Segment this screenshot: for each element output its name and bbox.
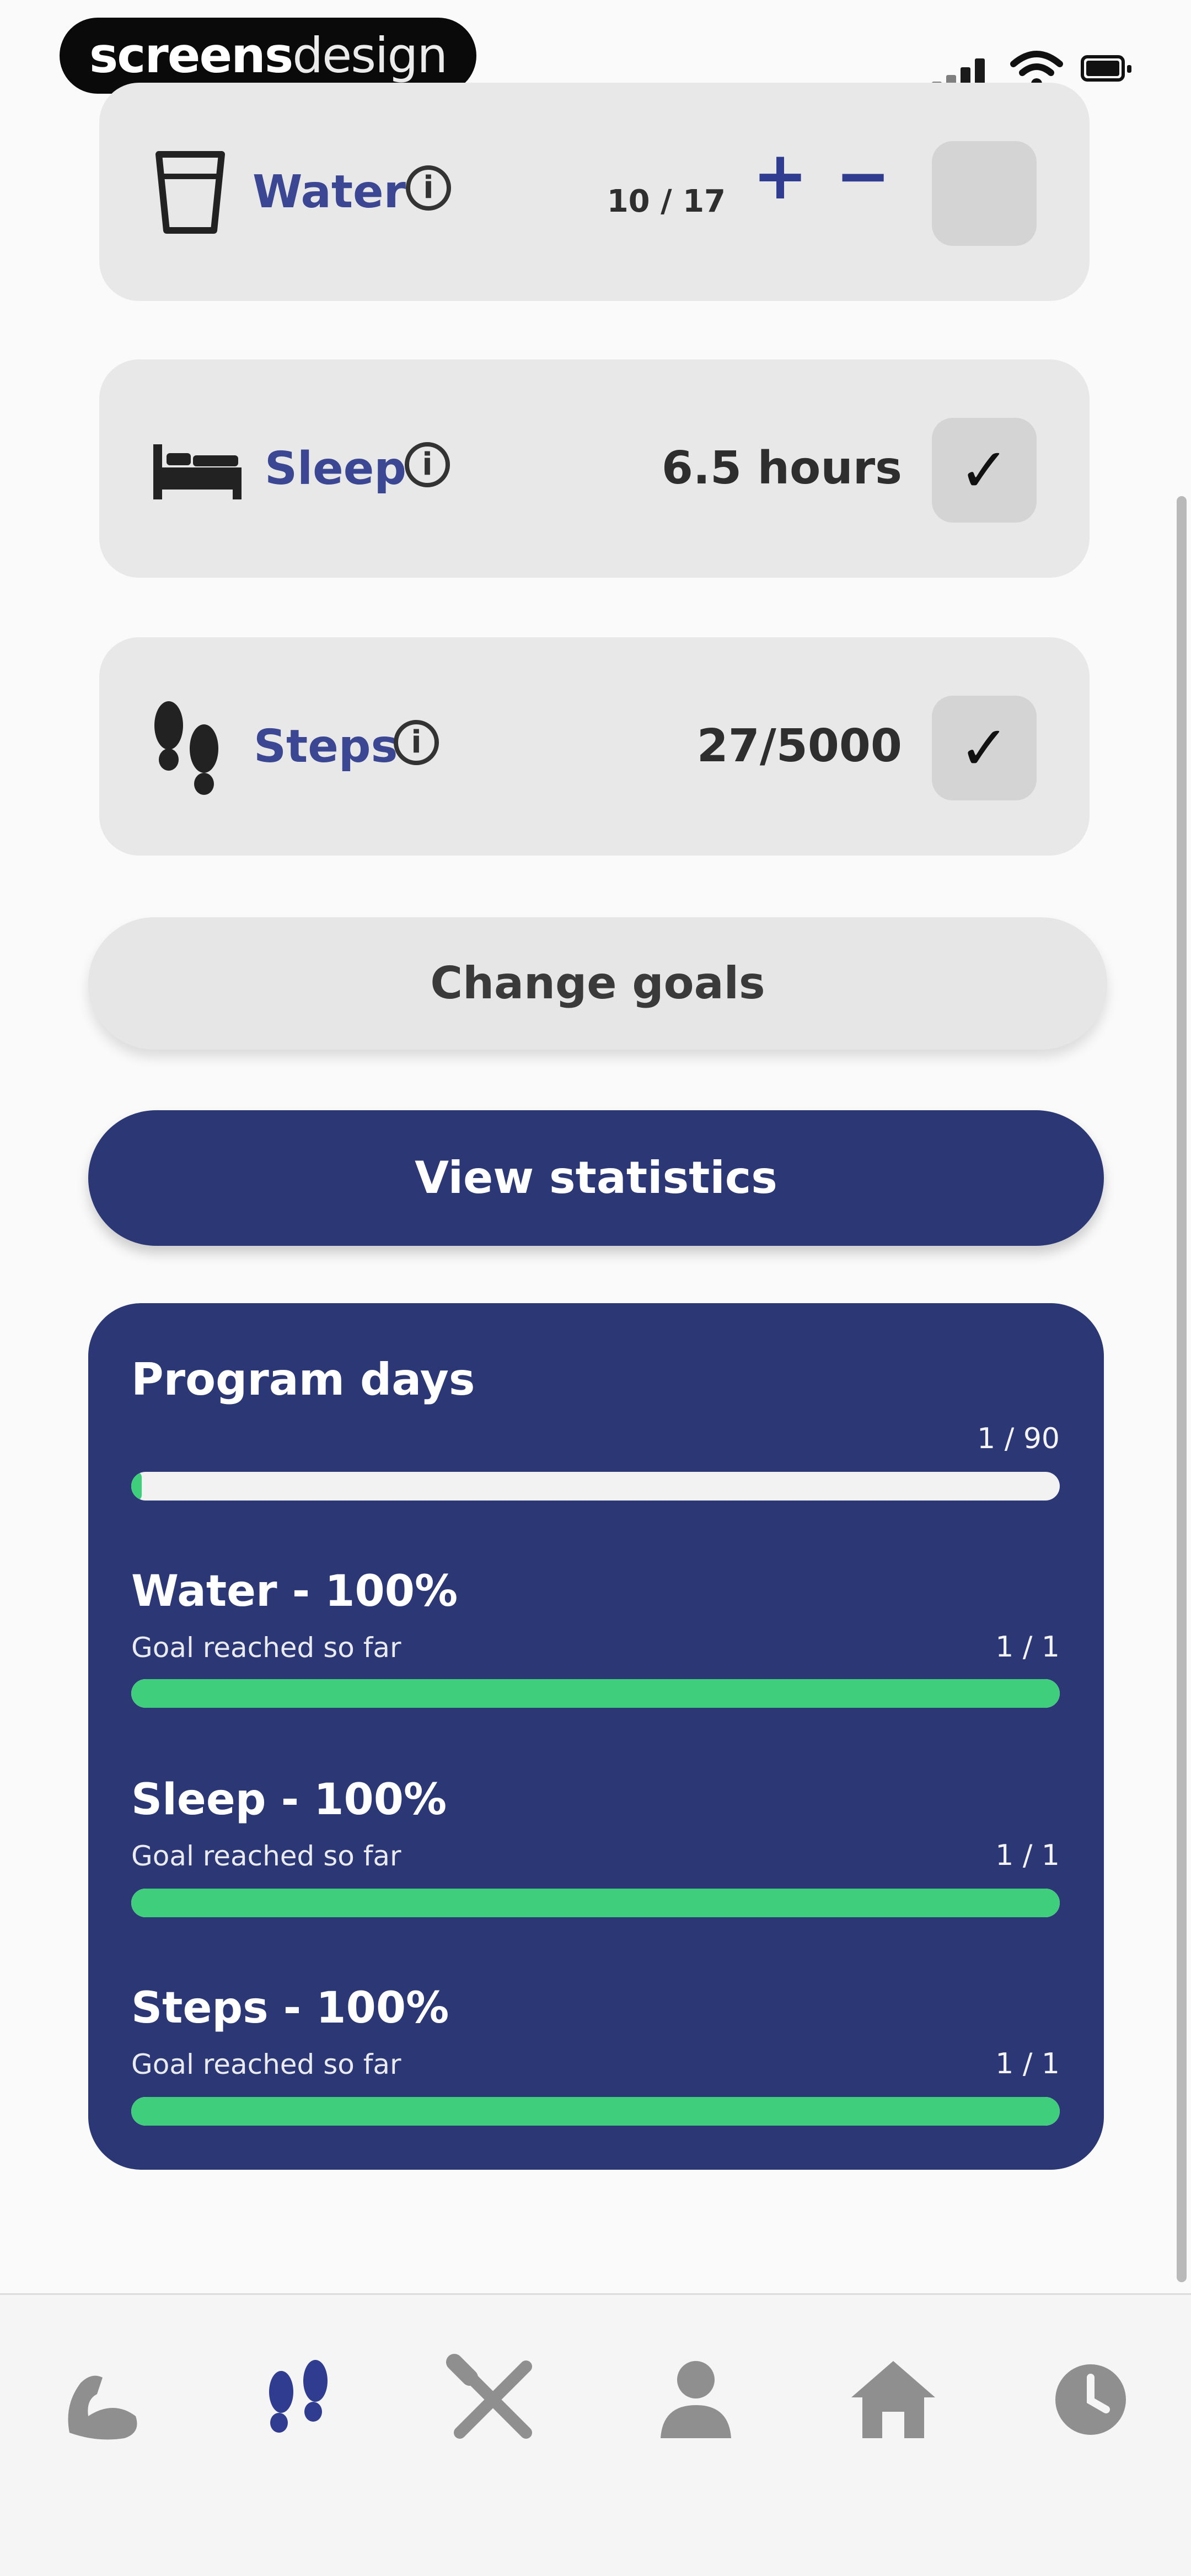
brand-bold: screens — [89, 27, 293, 84]
change-goals-button[interactable]: Change goals — [88, 917, 1107, 1050]
info-icon[interactable]: i — [405, 442, 450, 487]
brand-light: design — [292, 27, 448, 84]
increment-water-button[interactable]: + — [750, 143, 811, 209]
steps-checkbox[interactable]: ✓ — [932, 696, 1037, 800]
battery-icon — [1081, 55, 1131, 82]
program-days-bar-fill — [131, 1472, 142, 1501]
steps-progress-bar — [131, 2097, 1060, 2126]
sleep-checkbox[interactable]: ✓ — [932, 418, 1037, 523]
person-icon[interactable] — [646, 2350, 745, 2449]
water-progress-title: Water - 100% — [131, 1567, 458, 1616]
goal-label-steps: Steps — [254, 720, 398, 773]
water-checkbox[interactable] — [932, 141, 1037, 246]
info-icon[interactable]: i — [406, 165, 451, 211]
view-statistics-button[interactable]: View statistics — [88, 1110, 1104, 1246]
program-days-bar — [131, 1472, 1060, 1501]
info-icon[interactable]: i — [394, 720, 439, 765]
program-days-count: 1 / 90 — [977, 1422, 1060, 1455]
steps-progress-subtitle: Goal reached so far — [131, 2048, 401, 2080]
bottom-nav — [0, 2293, 1191, 2576]
water-progress-bar — [131, 1679, 1060, 1708]
sleep-progress-count: 1 / 1 — [995, 1839, 1060, 1872]
scrollbar[interactable] — [1177, 496, 1187, 2282]
goal-card-water: Water i 10 / 17 + − — [99, 83, 1090, 301]
bed-icon — [153, 444, 242, 499]
progress-panel: Program days 1 / 90 Water - 100% Goal re… — [88, 1303, 1104, 2170]
water-progress-subtitle: Goal reached so far — [131, 1632, 401, 1664]
program-days-title: Program days — [131, 1354, 475, 1405]
goal-label-sleep: Sleep — [265, 443, 407, 495]
muscle-arm-icon[interactable] — [53, 2350, 152, 2449]
water-cup-icon — [155, 151, 225, 234]
steps-progress-bar-fill — [131, 2097, 1060, 2126]
steps-progress-title: Steps - 100% — [131, 1983, 449, 2033]
goal-value-water: 10 / 17 — [607, 184, 726, 219]
sleep-progress-title: Sleep - 100% — [131, 1775, 447, 1825]
steps-progress-count: 1 / 1 — [995, 2047, 1060, 2080]
sleep-progress-bar — [131, 1889, 1060, 1917]
footprints-icon — [154, 701, 218, 795]
water-progress-count: 1 / 1 — [995, 1631, 1060, 1664]
status-bar: screensdesign — [0, 0, 1191, 94]
goal-label-water: Water — [253, 166, 406, 218]
goal-card-steps: Steps i 27/5000 ✓ — [99, 637, 1090, 856]
sleep-progress-bar-fill — [131, 1889, 1060, 1917]
goal-card-sleep: Sleep i 6.5 hours ✓ — [99, 359, 1090, 578]
goal-value-steps: 27/5000 — [696, 720, 902, 772]
goal-value-sleep: 6.5 hours — [661, 442, 902, 494]
home-icon[interactable] — [844, 2350, 943, 2449]
water-progress-bar-fill — [131, 1679, 1060, 1708]
footprints-icon[interactable] — [248, 2350, 347, 2449]
decrement-water-button[interactable]: − — [833, 143, 893, 209]
history-icon[interactable] — [1041, 2350, 1140, 2449]
utensils-icon[interactable] — [443, 2350, 543, 2449]
sleep-progress-subtitle: Goal reached so far — [131, 1840, 401, 1872]
